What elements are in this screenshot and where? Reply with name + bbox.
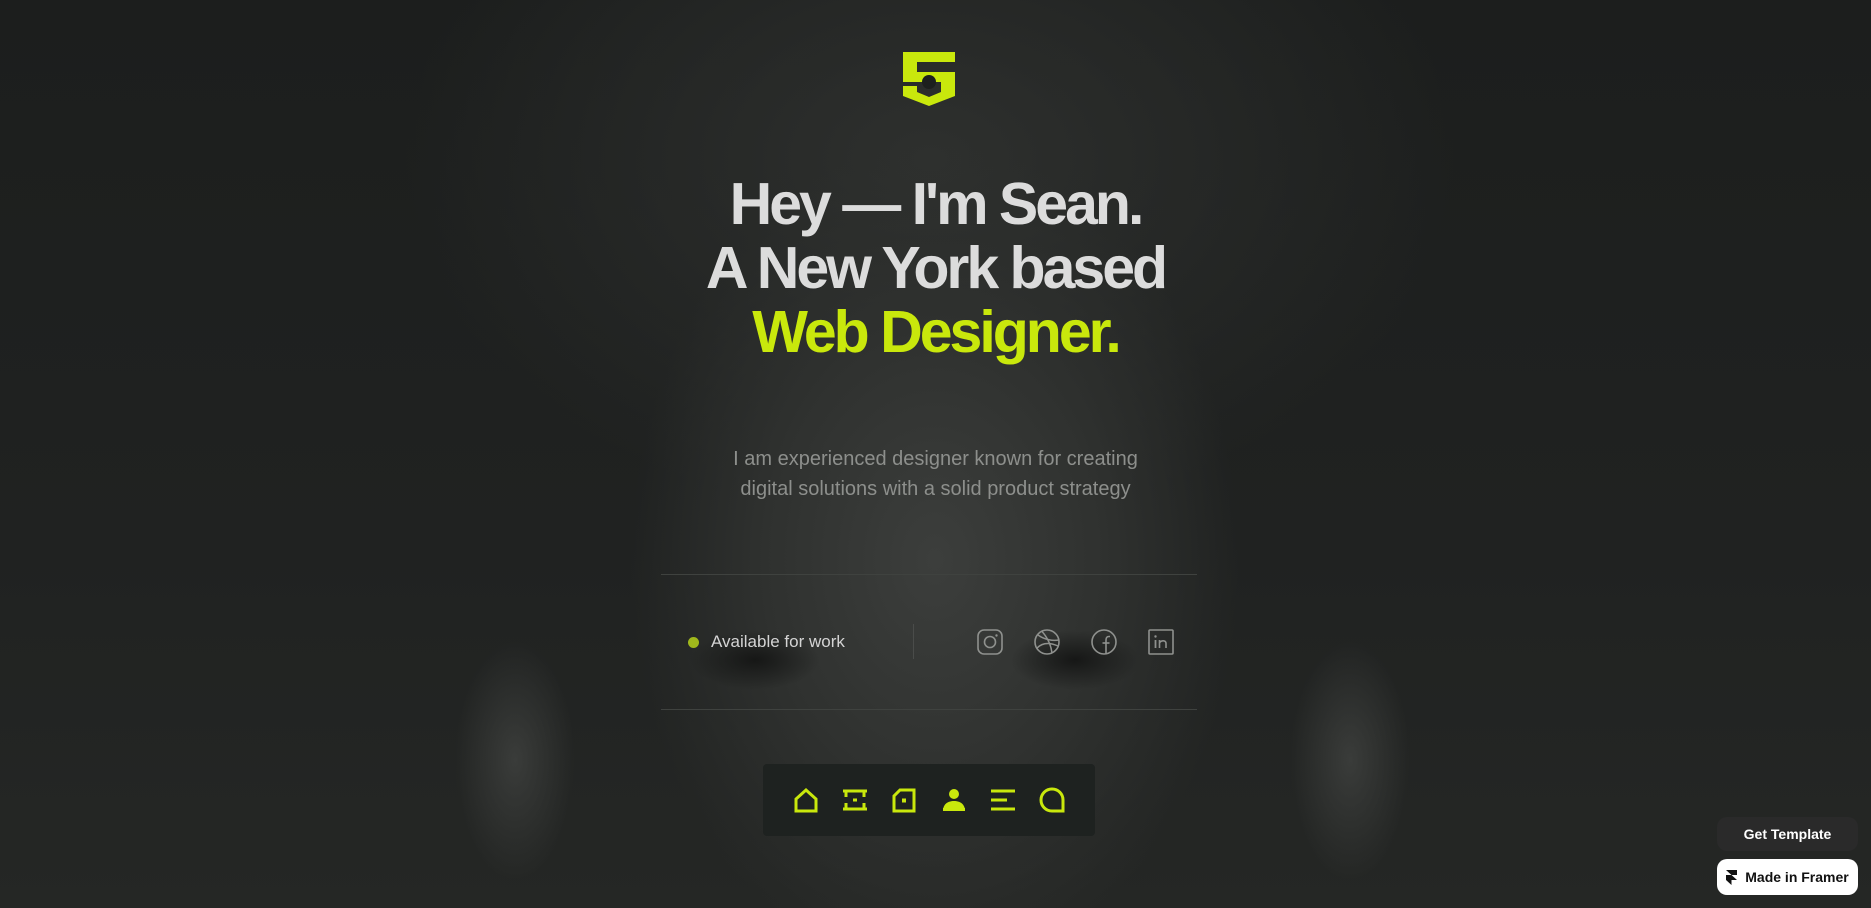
- get-template-button[interactable]: Get Template: [1717, 817, 1858, 851]
- made-in-framer-badge[interactable]: Made in Framer: [1717, 859, 1858, 895]
- headline-line-3-accent: Web Designer.: [752, 299, 1121, 365]
- divider-bottom: [661, 709, 1197, 710]
- hero-section: Hey — I'm Sean. A New York based Web Des…: [0, 0, 1871, 908]
- dock-projects-button[interactable]: [890, 786, 918, 814]
- dock-about-button[interactable]: [940, 786, 968, 814]
- headline-line-2: A New York based: [705, 235, 1168, 301]
- home-icon: [794, 787, 818, 813]
- dock-menu-button[interactable]: [989, 786, 1017, 814]
- headline-line-1: Hey — I'm Sean.: [729, 171, 1145, 237]
- projects-icon: [892, 788, 916, 813]
- instagram-icon[interactable]: [976, 628, 1004, 656]
- social-links: [976, 628, 1175, 656]
- status-dot-icon: [688, 636, 699, 648]
- intro-line-2: digital solutions with a solid product s…: [740, 478, 1131, 500]
- framer-logo-icon: [1726, 869, 1738, 885]
- about-icon: [942, 789, 965, 811]
- made-in-framer-label: Made in Framer: [1745, 869, 1849, 885]
- facebook-icon[interactable]: [1090, 628, 1118, 656]
- contact-icon: [1039, 787, 1065, 813]
- availability-label: Available for work: [711, 632, 845, 651]
- dock-services-button[interactable]: [841, 786, 869, 814]
- linkedin-icon[interactable]: [1147, 628, 1175, 656]
- intro-paragraph: I am experienced designer known for crea…: [0, 444, 1871, 504]
- hero-headline: Hey — I'm Sean. A New York based Web Des…: [0, 172, 1871, 364]
- menu-icon: [990, 789, 1015, 811]
- dock-home-button[interactable]: [792, 786, 820, 814]
- intro-line-1: I am experienced designer known for crea…: [733, 448, 1138, 470]
- s-shield-logo-icon[interactable]: [903, 52, 955, 106]
- vertical-divider: [913, 624, 914, 659]
- dribbble-icon[interactable]: [1033, 628, 1061, 656]
- bottom-dock-nav: [763, 764, 1095, 836]
- dock-contact-button[interactable]: [1038, 786, 1066, 814]
- divider-top: [661, 574, 1197, 575]
- services-icon: [843, 789, 868, 811]
- availability-status: Available for work: [688, 630, 845, 654]
